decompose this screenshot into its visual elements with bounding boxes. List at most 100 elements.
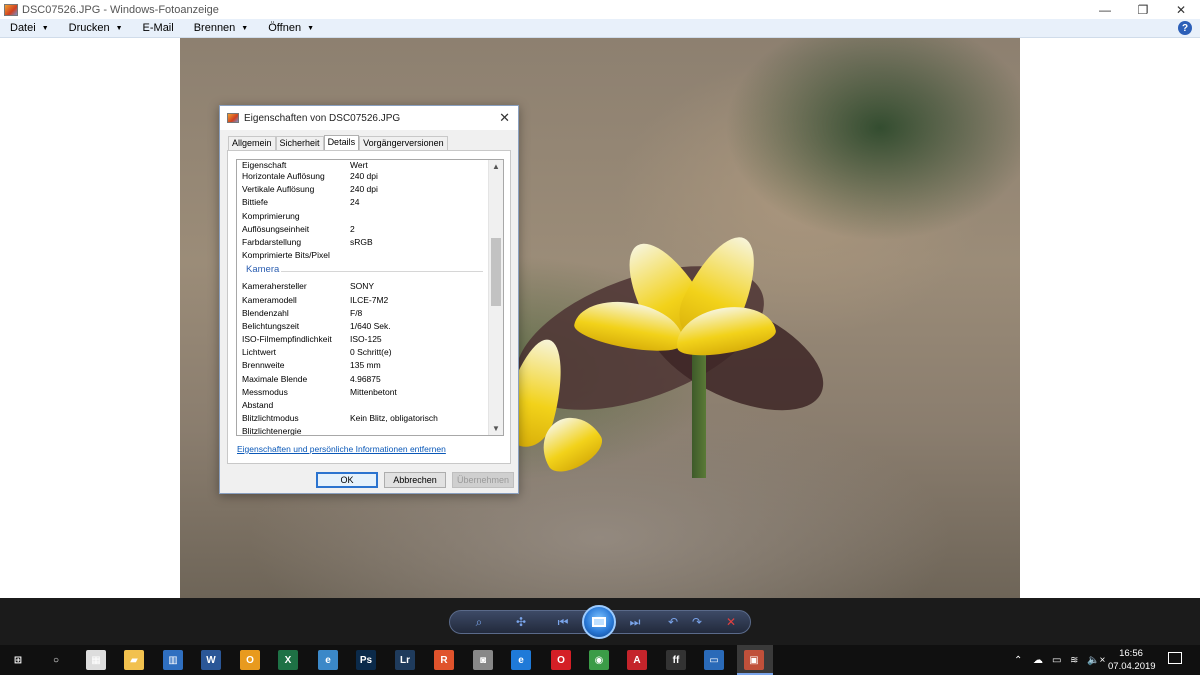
scroll-thumb[interactable] (491, 238, 501, 306)
clock-time: 16:56 (1119, 648, 1143, 659)
menu-oeffnen[interactable]: Öffnen ▼ (258, 19, 324, 38)
dialog-tabs: Allgemein Sicherheit Details Vorgängerve… (228, 135, 448, 150)
battery-icon[interactable]: ▭ (1052, 645, 1061, 675)
list-item[interactable]: Farbdarstellung sRGB (237, 236, 489, 249)
slideshow-icon[interactable] (582, 605, 616, 639)
restore-button[interactable]: ❐ (1124, 0, 1162, 19)
tab-details[interactable]: Details (323, 135, 360, 150)
menu-label: Datei (10, 22, 36, 34)
edge-legacy-icon[interactable]: e (318, 650, 338, 670)
property-value: 1/640 Sek. (350, 320, 391, 331)
delete-icon[interactable]: ✕ (722, 615, 740, 629)
start-icon[interactable]: ⊞ (8, 650, 28, 670)
menu-label: Brennen (193, 22, 236, 34)
section-camera: Kamera (237, 262, 489, 280)
menu-email[interactable]: E-Mail (133, 19, 184, 38)
outlook-icon[interactable]: O (240, 650, 260, 670)
winrar-icon[interactable]: ▥ (163, 650, 183, 670)
dialog-close-icon[interactable]: ✕ (499, 110, 510, 126)
property-name: Auflösungseinheit (242, 223, 310, 234)
chevron-down-icon: ▼ (241, 24, 249, 32)
clock[interactable]: 16:56 07.04.2019 (1108, 647, 1156, 673)
property-name: Maximale Blende (242, 373, 308, 384)
list-item[interactable]: Brennweite 135 mm (237, 359, 489, 372)
onedrive-cloud-icon[interactable]: ☁ (1033, 645, 1043, 675)
cancel-button[interactable]: Abbrechen (384, 472, 446, 488)
list-item[interactable]: Kamerahersteller SONY (237, 280, 489, 293)
list-item[interactable]: Abstand (237, 399, 489, 412)
app-r-icon[interactable]: R (434, 650, 454, 670)
header-value[interactable]: Wert (350, 160, 368, 170)
previous-icon[interactable]: ⏮ (554, 615, 572, 629)
search-circle-icon[interactable]: ○ (46, 650, 66, 670)
list-item[interactable]: Horizontale Auflösung 240 dpi (237, 170, 489, 183)
menu-datei[interactable]: Datei ▼ (0, 19, 59, 38)
fontforge-icon[interactable]: ff (666, 650, 686, 670)
property-name: ISO-Filmempfindlichkeit (242, 334, 332, 345)
help-icon[interactable]: ? (1178, 21, 1192, 35)
calculator-icon[interactable]: ▦ (86, 650, 106, 670)
list-item[interactable]: Blitzlichtmodus Kein Blitz, obligatorisch (237, 412, 489, 425)
excel-icon[interactable]: X (278, 650, 298, 670)
properties-list[interactable]: Eigenschaft Wert Horizontale Auflösung 24… (236, 159, 504, 436)
camera-icon[interactable]: ◙ (473, 650, 493, 670)
photoshop-icon[interactable]: Ps (356, 650, 376, 670)
property-name: Kamerahersteller (242, 281, 307, 292)
list-scrollbar[interactable]: ▲ ▼ (488, 160, 503, 435)
scroll-down-icon[interactable]: ▼ (489, 422, 503, 435)
file-explorer-icon[interactable]: ▰ (124, 650, 144, 670)
list-item[interactable]: Komprimierte Bits/Pixel (237, 249, 489, 262)
close-button[interactable]: ✕ (1162, 0, 1200, 19)
photos-icon[interactable]: ▭ (704, 650, 724, 670)
list-item[interactable]: Auflösungseinheit 2 (237, 223, 489, 236)
photo-viewer-icon[interactable]: ▣ (744, 650, 764, 670)
image-file-icon (227, 113, 239, 123)
list-item[interactable]: Lichtwert 0 Schritt(e) (237, 346, 489, 359)
property-name: Komprimierung (242, 210, 300, 221)
rotate-right-icon[interactable]: ↷ (688, 615, 706, 629)
property-value: 240 dpi (350, 184, 378, 195)
word-icon[interactable]: W (201, 650, 221, 670)
notification-icon[interactable] (1168, 652, 1182, 664)
title-bar: DSC07526.JPG - Windows-Fotoanzeige — ❐ ✕ (0, 0, 1200, 19)
property-value: 2 (350, 223, 355, 234)
wifi-icon[interactable]: ≋ (1070, 645, 1078, 675)
property-value: SONY (350, 281, 375, 292)
tab-allgemein[interactable]: Allgemein (228, 136, 276, 150)
menu-drucken[interactable]: Drucken ▼ (59, 19, 133, 38)
property-name: Horizontale Auflösung (242, 171, 325, 181)
scroll-up-icon[interactable]: ▲ (489, 160, 503, 173)
list-item[interactable]: Vertikale Auflösung 240 dpi (237, 183, 489, 196)
tab-vorgaengerversionen[interactable]: Vorgängerversionen (359, 136, 448, 150)
list-item[interactable]: Bittiefe 24 (237, 196, 489, 209)
property-name: Vertikale Auflösung (242, 184, 315, 195)
remove-properties-link[interactable]: Eigenschaften und persönliche Informatio… (237, 444, 446, 454)
rotate-left-icon[interactable]: ↶ (664, 615, 682, 629)
zoom-icon[interactable]: ⌕ (470, 615, 488, 629)
ok-button[interactable]: OK (316, 472, 378, 488)
opera-icon[interactable]: O (551, 650, 571, 670)
header-property[interactable]: Eigenschaft (242, 160, 286, 170)
next-icon[interactable]: ⏭ (626, 615, 644, 629)
list-item[interactable]: Messmodus Mittenbetont (237, 386, 489, 399)
list-item[interactable]: Maximale Blende 4.96875 (237, 373, 489, 386)
actual-size-icon[interactable]: ✣ (512, 615, 530, 629)
list-item[interactable]: Komprimierung (237, 210, 489, 223)
tab-sicherheit[interactable]: Sicherheit (275, 136, 324, 150)
acrobat-icon[interactable]: A (627, 650, 647, 670)
volume-muted-icon[interactable]: 🔈× (1087, 645, 1105, 675)
list-item[interactable]: ISO-Filmempfindlichkeit ISO-125 (237, 333, 489, 346)
list-item[interactable]: Blendenzahl F/8 (237, 307, 489, 320)
apply-button[interactable]: Übernehmen (452, 472, 514, 488)
list-item[interactable]: Kameramodell ILCE-7M2 (237, 294, 489, 307)
chrome-icon[interactable]: ◉ (589, 650, 609, 670)
tray-up-arrow-icon[interactable]: ⌃ (1014, 645, 1022, 675)
property-name: Farbdarstellung (242, 236, 302, 247)
minimize-button[interactable]: — (1086, 0, 1124, 19)
menu-brennen[interactable]: Brennen ▼ (184, 19, 259, 38)
list-item[interactable]: Blitzlichtenergie (237, 425, 489, 435)
edge-icon[interactable]: e (511, 650, 531, 670)
lightroom-icon[interactable]: Lr (395, 650, 415, 670)
list-item[interactable]: Belichtungszeit 1/640 Sek. (237, 320, 489, 333)
chevron-down-icon: ▼ (115, 24, 123, 32)
